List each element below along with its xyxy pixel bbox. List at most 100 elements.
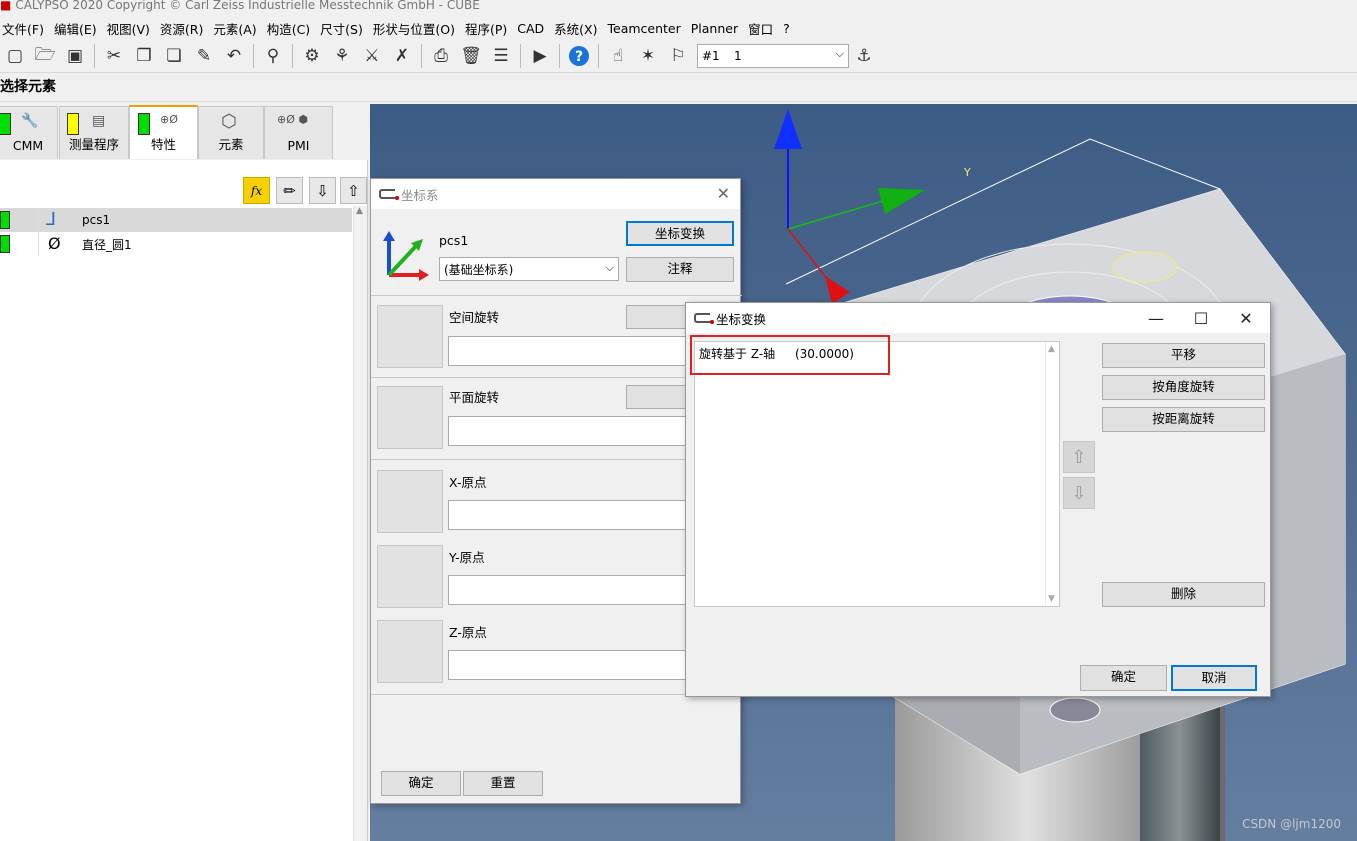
- copy-icon[interactable]: ❐: [132, 44, 156, 68]
- rotate-distance-button[interactable]: 按距离旋转: [1102, 407, 1265, 432]
- menu-item[interactable]: Planner: [689, 21, 740, 36]
- menu-item[interactable]: 视图(V): [105, 19, 152, 38]
- scrollbar[interactable]: ▲: [353, 206, 367, 841]
- svg-text:?: ?: [575, 49, 583, 65]
- combo-value-1: #1: [702, 49, 720, 63]
- panel-title: 选择元素: [0, 74, 1357, 102]
- menu-item[interactable]: 尺寸(S): [318, 19, 365, 38]
- menu-item[interactable]: 形状与位置(O): [371, 19, 457, 38]
- formula-icon[interactable]: fx: [243, 177, 270, 204]
- y-origin-label: Y-原点: [449, 550, 485, 565]
- move-up-icon[interactable]: ⇧: [340, 177, 367, 204]
- stylus-select[interactable]: #1 1 ⌵: [697, 44, 849, 68]
- menu-bar: 文件(F) 编辑(E) 视图(V) 资源(R) 元素(A) 构造(C) 尺寸(S) 形状与位置…: [0, 17, 1357, 39]
- toolbar-separator: [421, 44, 422, 68]
- stylus-axis-icon[interactable]: ✶: [636, 44, 660, 68]
- spatial-rotation-label: 空间旋转: [449, 310, 500, 325]
- comment-button[interactable]: 注释: [626, 257, 734, 282]
- menu-item[interactable]: 元素(A): [211, 19, 258, 38]
- dialog-title: 坐标变换: [686, 303, 1270, 333]
- menu-item[interactable]: 窗口: [746, 19, 775, 38]
- menu-item[interactable]: CAD: [515, 21, 546, 36]
- stylus-move-icon[interactable]: ⚐: [666, 44, 690, 68]
- spatial-rotation-thumb[interactable]: [377, 305, 443, 368]
- cancel-button[interactable]: 取消: [1171, 665, 1257, 691]
- edit-pencil-icon[interactable]: ✏: [276, 177, 303, 204]
- combo-value-2: 1: [734, 49, 742, 63]
- cut-icon[interactable]: ✂: [102, 44, 126, 68]
- menu-item[interactable]: 文件(F): [0, 19, 46, 38]
- rotate-angle-button[interactable]: 按角度旋转: [1102, 375, 1265, 400]
- plane-rotation-thumb[interactable]: [377, 386, 443, 449]
- probe-check-icon[interactable]: ⚘: [330, 44, 354, 68]
- probe-cross-icon[interactable]: ⚔: [360, 44, 384, 68]
- tab-cmm[interactable]: 🔧 CMM: [0, 106, 58, 159]
- toolbar-separator: [559, 44, 560, 68]
- close-icon[interactable]: ✕: [1236, 309, 1256, 328]
- plane-rotation-label: 平面旋转: [449, 390, 500, 405]
- dialog-title: 坐标系 ✕: [371, 179, 740, 209]
- scrollbar[interactable]: ▲ ▼: [1045, 342, 1059, 606]
- transform-button[interactable]: 坐标变换: [626, 221, 734, 246]
- open-folder-icon[interactable]: 🗁: [33, 44, 57, 68]
- tools-icon[interactable]: ✗: [390, 44, 414, 68]
- calypso-logo-icon: [379, 189, 399, 200]
- y-origin-thumb[interactable]: [377, 545, 443, 608]
- ok-button[interactable]: 确定: [381, 771, 461, 796]
- probe-icon[interactable]: ⚙: [300, 44, 324, 68]
- move-up-icon[interactable]: ⇧: [1063, 441, 1095, 473]
- tab-measure-program[interactable]: ▤ 测量程序: [59, 106, 129, 159]
- toolbar-separator: [598, 44, 599, 68]
- z-origin-thumb[interactable]: [377, 620, 443, 683]
- undo-icon[interactable]: ↶: [222, 44, 246, 68]
- brush-icon[interactable]: ✎: [192, 44, 216, 68]
- menu-item[interactable]: 程序(P): [463, 19, 509, 38]
- base-coordinate-select[interactable]: (基础坐标系) ⌵: [439, 257, 619, 281]
- highlight-box: [690, 335, 890, 375]
- maximize-icon[interactable]: ☐: [1191, 309, 1211, 328]
- tab-strip: 🔧 CMM ▤ 测量程序 ⊕Ø 特性 ⬡ 元素 ⊕Ø ⬢ PMI: [0, 105, 368, 160]
- minimize-icon[interactable]: —: [1146, 309, 1166, 328]
- paste-icon[interactable]: ❏: [162, 44, 186, 68]
- menu-item[interactable]: ?: [781, 21, 792, 36]
- move-down-icon[interactable]: ⇩: [1063, 477, 1095, 509]
- status-swatch: [0, 113, 11, 135]
- toolbar: ▢ 🗁 ▣ ✂ ❐ ❏ ✎ ↶ ⚲ ⚙ ⚘ ⚔ ✗ ⎙ 🗑 ☰ ▶ ? ☝ ✶ …: [0, 40, 1357, 73]
- list-item[interactable]: ⅃ pcs1: [0, 208, 352, 232]
- diameter-icon: Ø: [48, 234, 61, 253]
- menu-item[interactable]: Teamcenter: [606, 21, 683, 36]
- delete-icon[interactable]: 🗑: [459, 44, 483, 68]
- characteristics-icon: ⊕Ø: [160, 113, 178, 126]
- ok-button[interactable]: 确定: [1080, 665, 1167, 691]
- transform-list[interactable]: 旋转基于 Z-轴 (30.0000) ▲ ▼: [694, 341, 1060, 607]
- menu-item[interactable]: 资源(R): [158, 19, 205, 38]
- help-icon[interactable]: ?: [567, 44, 591, 68]
- anchor-icon[interactable]: ⚓: [852, 44, 876, 68]
- status-swatch: [138, 113, 150, 135]
- tab-characteristics[interactable]: ⊕Ø 特性: [129, 105, 198, 159]
- print-icon[interactable]: ⎙: [429, 44, 453, 68]
- chevron-down-icon: ⌵: [605, 261, 614, 274]
- move-down-icon[interactable]: ⇩: [309, 177, 336, 204]
- reset-button[interactable]: 重置: [463, 771, 543, 796]
- toolbar-separator: [253, 44, 254, 68]
- translate-button[interactable]: 平移: [1102, 343, 1265, 368]
- run-program-icon[interactable]: ▶: [528, 44, 552, 68]
- characteristics-pane: fx ✏ ⇩ ⇧ ⅃ pcs1 Ø 直径_圆1 ▲: [0, 160, 368, 841]
- coordinate-system-icon: ⅃: [46, 209, 57, 230]
- menu-item[interactable]: 系统(X): [552, 19, 599, 38]
- binoculars-icon[interactable]: ⚲: [261, 44, 285, 68]
- stylus-icon[interactable]: ☝: [606, 44, 630, 68]
- coordinate-axes-icon: [383, 231, 429, 281]
- close-icon[interactable]: ✕: [717, 184, 730, 203]
- delete-button[interactable]: 删除: [1102, 582, 1265, 607]
- report-icon[interactable]: ☰: [489, 44, 513, 68]
- new-file-icon[interactable]: ▢: [3, 44, 27, 68]
- tab-pmi[interactable]: ⊕Ø ⬢ PMI: [264, 106, 333, 159]
- menu-item[interactable]: 编辑(E): [52, 19, 99, 38]
- list-item[interactable]: Ø 直径_圆1: [0, 232, 352, 256]
- tab-elements[interactable]: ⬡ 元素: [198, 106, 264, 159]
- menu-item[interactable]: 构造(C): [265, 19, 312, 38]
- x-origin-thumb[interactable]: [377, 470, 443, 533]
- save-icon[interactable]: ▣: [63, 44, 87, 68]
